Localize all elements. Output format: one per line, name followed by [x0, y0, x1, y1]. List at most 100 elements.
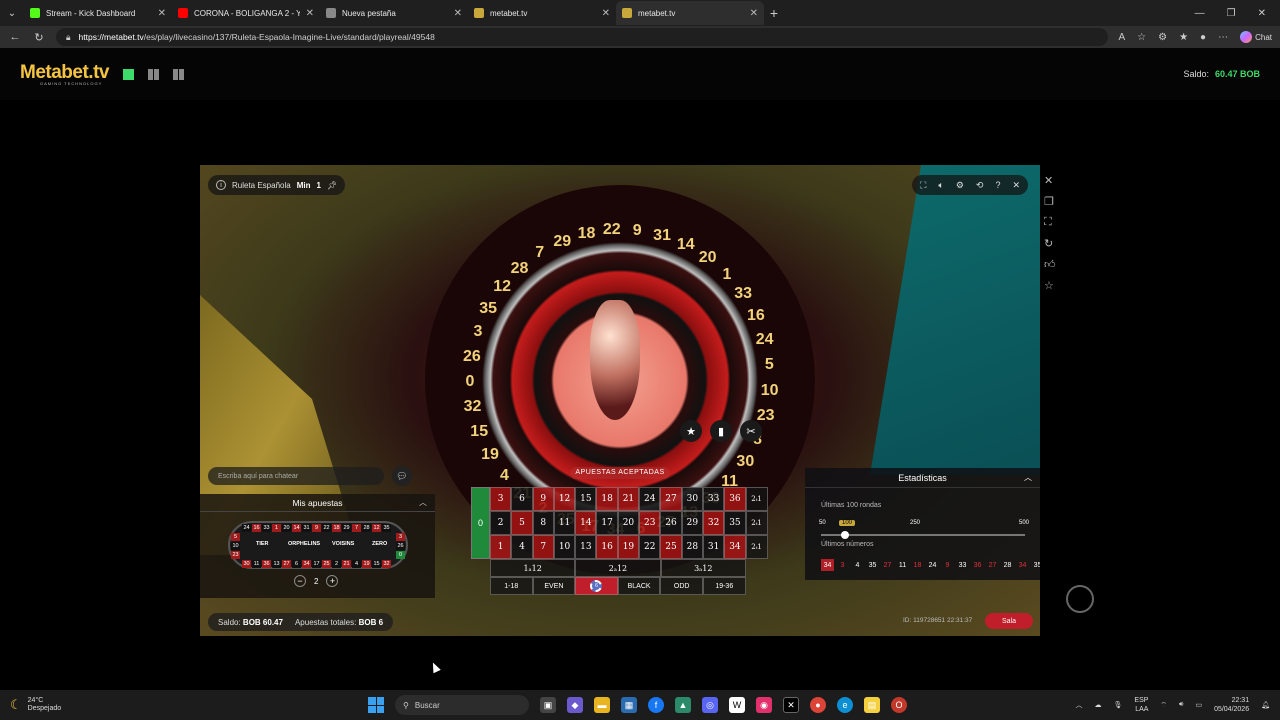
number-cell[interactable]: 35 — [724, 511, 746, 535]
clock[interactable]: 22:31 05/04/2026 — [1214, 696, 1249, 714]
number-cell[interactable]: 13 — [575, 535, 597, 559]
star-icon[interactable]: ☆ — [1044, 279, 1056, 292]
tab-actions-icon[interactable]: ⌄ — [0, 1, 24, 25]
number-cell[interactable]: 10 — [553, 535, 576, 559]
racetrack-number[interactable]: 34 — [302, 560, 311, 568]
back-icon[interactable]: ← — [8, 31, 22, 43]
task-view-icon[interactable]: ▣ — [540, 697, 556, 713]
plus-button[interactable]: + — [326, 575, 339, 587]
statistics-icon[interactable]: ▮ — [710, 420, 732, 442]
fullscreen-icon[interactable]: ⛶ — [1044, 216, 1056, 229]
number-cell[interactable]: 28 — [681, 535, 703, 559]
racetrack-number[interactable]: 11 — [252, 560, 261, 568]
new-tab-button[interactable]: + — [764, 5, 784, 21]
store-icon[interactable]: ▦ — [621, 697, 637, 713]
racetrack-number[interactable]: 33 — [262, 524, 271, 532]
weather-widget[interactable]: ☾ 24°C Despejado — [10, 697, 61, 714]
racetrack-number[interactable]: 21 — [342, 560, 351, 568]
slider-knob[interactable] — [841, 531, 849, 539]
racetrack-number[interactable]: 7 — [352, 524, 361, 532]
racetrack-sector[interactable]: ORPHELINS — [288, 541, 320, 547]
wifi-icon[interactable]: ⌔ — [1160, 701, 1167, 710]
help-icon[interactable]: ? — [995, 180, 1000, 190]
even-money-bet[interactable]: EVEN — [532, 577, 576, 595]
number-cell[interactable]: 26 — [660, 511, 682, 535]
lobby-button[interactable]: Sala — [985, 613, 1033, 629]
racetrack-number[interactable]: 3 — [396, 533, 405, 541]
number-cell[interactable]: 34 — [724, 535, 746, 559]
racetrack-number[interactable]: 5 — [231, 533, 240, 541]
racetrack-number[interactable]: 26 — [396, 542, 405, 550]
racetrack-sector[interactable]: ZERO — [372, 541, 387, 547]
minimize-icon[interactable]: — — [1195, 8, 1205, 19]
racetrack-number[interactable]: 1 — [272, 524, 281, 532]
racetrack-number[interactable]: 6 — [292, 560, 301, 568]
file-explorer-icon[interactable]: ▬ — [594, 697, 610, 713]
racetrack-number[interactable]: 29 — [342, 524, 351, 532]
favorite-icon[interactable]: ☆ — [1137, 32, 1146, 43]
racetrack-sector[interactable]: VOISINS — [332, 541, 354, 547]
close-icon[interactable]: ✕ — [454, 8, 462, 19]
close-window-icon[interactable]: ✕ — [1258, 8, 1266, 19]
racetrack-number[interactable]: 20 — [282, 524, 291, 532]
racetrack-number[interactable]: 28 — [362, 524, 371, 532]
favorites-icon[interactable]: ★ — [1179, 32, 1188, 43]
discord-icon[interactable]: ◎ — [702, 697, 718, 713]
close-icon[interactable]: ✕ — [602, 8, 610, 19]
chevron-up-icon[interactable]: ︿ — [419, 497, 427, 508]
more-icon[interactable]: ⋯ — [1218, 32, 1228, 43]
racetrack-number[interactable]: 12 — [372, 524, 381, 532]
column-bet[interactable]: 2ₜ1 — [745, 535, 768, 559]
racetrack-number[interactable]: 10 — [231, 542, 240, 550]
history-icon[interactable]: ⟲ — [976, 180, 984, 191]
favorites-bets-icon[interactable]: ★ — [680, 420, 702, 442]
number-cell[interactable]: 29 — [681, 511, 703, 535]
read-aloud-icon[interactable]: A — [1118, 32, 1125, 43]
chevron-up-icon[interactable]: ︿ — [1024, 472, 1032, 483]
number-cell[interactable]: 27 — [660, 487, 682, 511]
even-money-bet[interactable]: 19-36 — [702, 577, 746, 595]
tick-label-selected[interactable]: 100 — [839, 520, 856, 526]
number-cell[interactable]: 4 — [511, 535, 533, 559]
copilot-chat-button[interactable]: Chat — [1240, 31, 1272, 43]
racetrack-number[interactable]: 23 — [231, 551, 240, 559]
number-cell[interactable]: 19 — [617, 535, 640, 559]
fullscreen-icon[interactable]: ⛶ — [920, 180, 926, 191]
racetrack-number[interactable]: 14 — [292, 524, 301, 532]
number-cell[interactable]: 23 — [639, 511, 661, 535]
number-cell[interactable]: 31 — [702, 535, 725, 559]
number-cell[interactable]: 25 — [660, 535, 682, 559]
close-icon[interactable]: ✕ — [1044, 174, 1056, 187]
tab-metabet-1[interactable]: metabet.tv ✕ — [468, 1, 616, 25]
pin-icon[interactable]: 📌︎ — [327, 181, 337, 190]
number-cell[interactable]: 8 — [532, 511, 554, 535]
close-icon[interactable]: ✕ — [750, 8, 758, 19]
chrome-icon[interactable]: ● — [810, 697, 826, 713]
restore-icon[interactable]: ❐ — [1227, 8, 1236, 19]
racetrack-number[interactable]: 0 — [396, 551, 405, 559]
start-button[interactable] — [368, 697, 384, 713]
racetrack[interactable]: 24 16 33 1 20 14 31 9 22 18 29 7 28 12 35 30 11 36 13 27 6 34… — [228, 521, 408, 569]
racetrack-sector[interactable]: TIER — [256, 541, 269, 547]
column-bet[interactable]: 2ₜ1 — [745, 487, 768, 511]
wikipedia-icon[interactable]: W — [729, 697, 745, 713]
quad-view-icon[interactable] — [172, 68, 184, 80]
zero-cell[interactable]: 0 — [471, 487, 490, 559]
racetrack-number[interactable]: 4 — [352, 560, 361, 568]
column-bet[interactable]: 2ₜ1 — [745, 511, 768, 535]
number-cell[interactable]: 33 — [702, 487, 725, 511]
url-field[interactable]: 🔒︎ https://metabet.tv/es/play/livecasino… — [56, 28, 1109, 46]
racetrack-number[interactable]: 19 — [362, 560, 371, 568]
racetrack-number[interactable]: 27 — [282, 560, 291, 568]
racetrack-number[interactable]: 25 — [322, 560, 331, 568]
copy-icon[interactable]: ❐ — [1044, 195, 1056, 208]
profile-icon[interactable]: ● — [1200, 32, 1206, 43]
facebook-icon[interactable]: f — [648, 697, 664, 713]
taskbar-search[interactable]: ⚲ Buscar — [395, 695, 529, 715]
chat-send-icon[interactable]: 💬︎ — [392, 466, 412, 486]
number-cell[interactable]: 32 — [702, 511, 725, 535]
microphone-icon[interactable]: 🎙︎ — [1114, 701, 1123, 709]
number-cell[interactable]: 24 — [639, 487, 661, 511]
racetrack-number[interactable]: 2 — [332, 560, 341, 568]
even-money-bet[interactable]: BLACK — [617, 577, 661, 595]
